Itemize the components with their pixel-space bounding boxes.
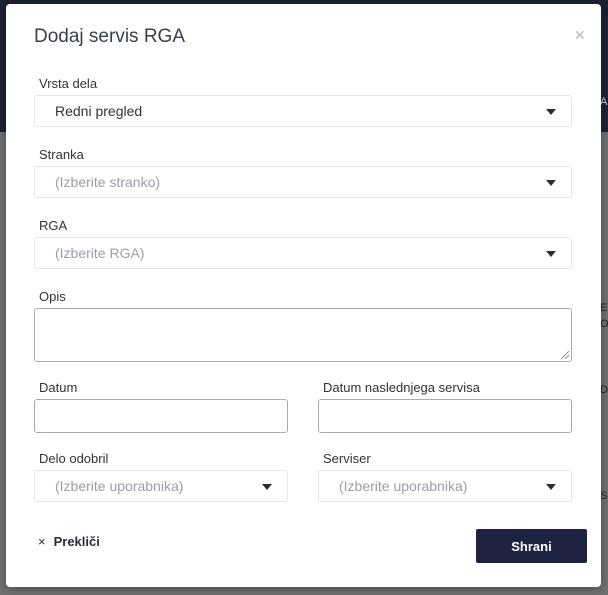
modal-title: Dodaj servis RGA: [34, 26, 185, 47]
cancel-label: Prekliči: [53, 534, 100, 549]
caret-down-icon: [546, 484, 556, 490]
serviser-placeholder: (Izberite uporabnika): [339, 478, 468, 494]
caret-down-icon: [546, 180, 556, 186]
stranka-select[interactable]: (Izberite stranko): [34, 166, 572, 198]
rga-select[interactable]: (Izberite RGA): [34, 237, 572, 269]
delo-odobril-placeholder: (Izberite uporabnika): [55, 478, 184, 494]
datum-naslednjega-label: Datum naslednjega servisa: [323, 380, 480, 395]
stranka-label: Stranka: [39, 147, 84, 162]
close-icon: ×: [38, 534, 46, 549]
background-text: D: [600, 384, 608, 396]
cancel-button[interactable]: × Prekliči: [38, 534, 100, 549]
delo-odobril-label: Delo odobril: [39, 451, 109, 466]
vrsta-dela-value: Redni pregled: [55, 103, 143, 119]
opis-textarea[interactable]: [34, 308, 572, 362]
serviser-select[interactable]: (Izberite uporabnika): [318, 470, 572, 502]
background-text: S: [600, 490, 608, 502]
save-button[interactable]: Shrani: [476, 529, 587, 563]
vrsta-dela-label: Vrsta dela: [39, 76, 98, 91]
background-text: E: [600, 302, 608, 314]
vrsta-dela-select[interactable]: Redni pregled: [34, 95, 572, 127]
background-text: A: [600, 96, 608, 108]
delo-odobril-select[interactable]: (Izberite uporabnika): [34, 470, 288, 502]
caret-down-icon: [262, 484, 272, 490]
stranka-placeholder: (Izberite stranko): [55, 174, 161, 190]
datum-label: Datum: [39, 380, 78, 395]
datum-naslednjega-input[interactable]: [318, 399, 572, 433]
opis-label: Opis: [39, 289, 66, 304]
add-service-modal: Dodaj servis RGA × Vrsta dela Redni preg…: [6, 4, 601, 587]
rga-placeholder: (Izberite RGA): [55, 245, 145, 261]
rga-label: RGA: [39, 218, 68, 233]
resize-handle-icon[interactable]: [561, 351, 569, 359]
serviser-label: Serviser: [323, 451, 371, 466]
caret-down-icon: [546, 251, 556, 257]
caret-down-icon: [546, 109, 556, 115]
datum-input[interactable]: [34, 399, 288, 433]
close-icon[interactable]: ×: [574, 26, 585, 44]
background-text: O: [600, 318, 608, 330]
